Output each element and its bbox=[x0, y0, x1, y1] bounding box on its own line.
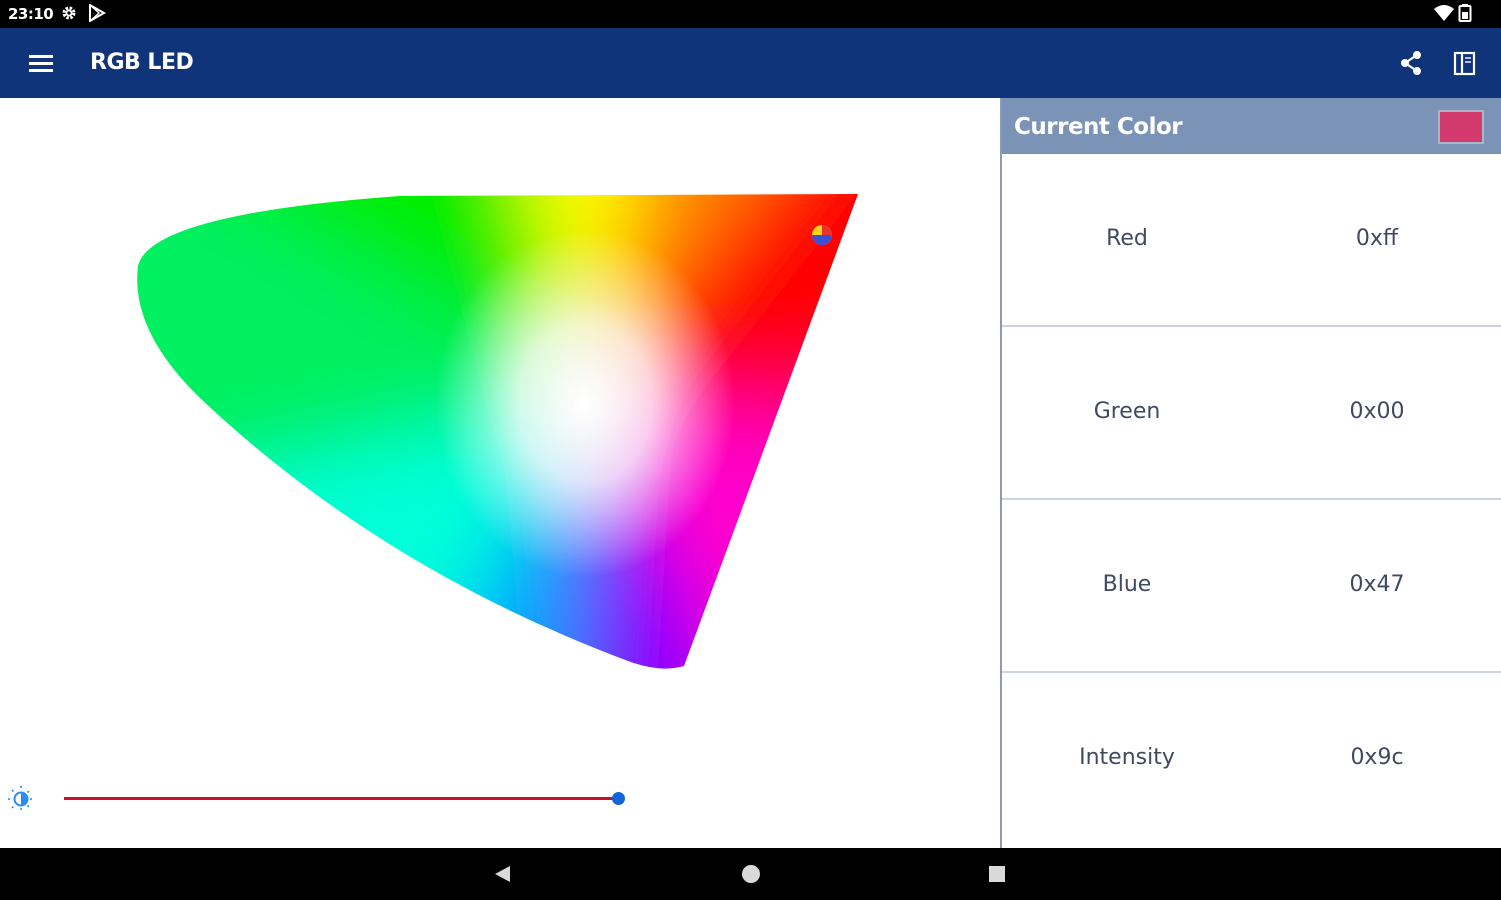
battery-icon bbox=[1458, 4, 1472, 22]
wifi-icon bbox=[1434, 5, 1454, 21]
share-button[interactable] bbox=[1394, 46, 1428, 80]
color-row-red: Red 0xff bbox=[1002, 154, 1501, 327]
row-label: Blue bbox=[1102, 572, 1152, 597]
gear-icon bbox=[62, 6, 76, 20]
color-picker-area bbox=[0, 98, 1000, 848]
color-row-intensity: Intensity 0x9c bbox=[1002, 673, 1501, 846]
app-bar: RGB LED bbox=[0, 28, 1501, 98]
menu-button[interactable] bbox=[22, 46, 60, 80]
current-color-panel: Current Color Red 0xff Green 0x00 Blue 0… bbox=[1000, 98, 1501, 848]
back-icon bbox=[495, 866, 510, 882]
home-icon bbox=[742, 865, 760, 883]
brightness-icon bbox=[8, 786, 34, 812]
current-color-title: Current Color bbox=[1014, 114, 1183, 140]
row-value: 0x00 bbox=[1349, 399, 1405, 424]
status-time: 23:10 bbox=[8, 5, 54, 23]
color-gamut-picker[interactable] bbox=[0, 98, 1000, 778]
row-value: 0x9c bbox=[1350, 745, 1404, 770]
row-value: 0x47 bbox=[1349, 572, 1405, 597]
row-label: Intensity bbox=[1079, 745, 1175, 770]
brightness-slider-thumb[interactable] bbox=[612, 792, 625, 805]
menu-icon bbox=[29, 55, 53, 72]
current-color-swatch bbox=[1438, 110, 1484, 144]
row-label: Green bbox=[1093, 399, 1161, 424]
recents-icon bbox=[989, 866, 1005, 882]
share-icon bbox=[1401, 51, 1421, 75]
recents-button[interactable] bbox=[985, 862, 1009, 886]
back-button[interactable] bbox=[490, 862, 514, 886]
app-title: RGB LED bbox=[90, 50, 194, 75]
play-store-icon bbox=[89, 4, 106, 22]
status-bar: 23:10 bbox=[0, 0, 1501, 28]
book-icon bbox=[1453, 51, 1476, 76]
home-button[interactable] bbox=[739, 862, 763, 886]
brightness-slider[interactable] bbox=[64, 797, 619, 800]
book-button[interactable] bbox=[1448, 46, 1482, 80]
navigation-bar bbox=[0, 848, 1501, 900]
row-label: Red bbox=[1106, 226, 1148, 251]
color-row-blue: Blue 0x47 bbox=[1002, 500, 1501, 673]
current-color-header: Current Color bbox=[1002, 98, 1501, 154]
row-value: 0xff bbox=[1355, 226, 1399, 251]
color-row-green: Green 0x00 bbox=[1002, 327, 1501, 500]
